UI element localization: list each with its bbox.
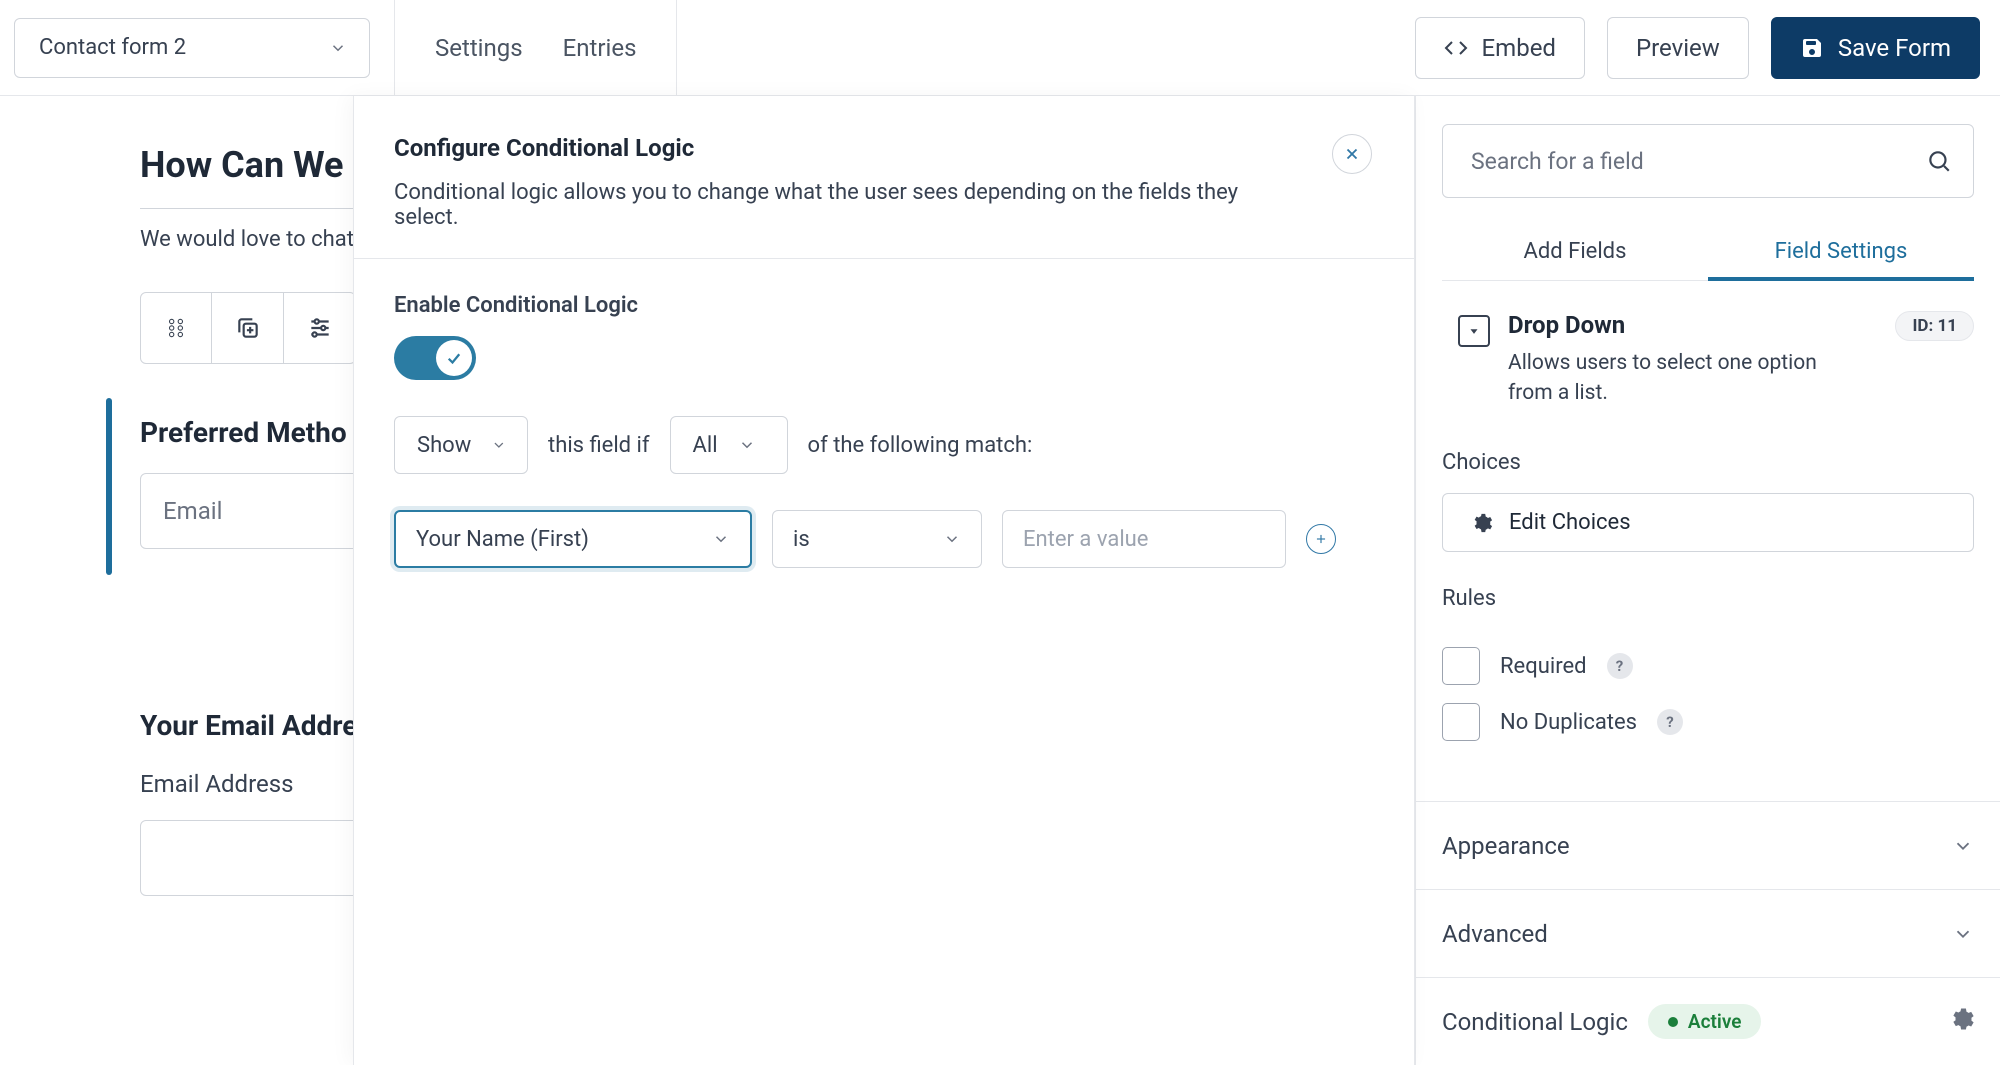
gear-icon [1471,512,1493,534]
logic-text: of the following match: [808,433,1033,458]
rule-operator-select[interactable]: is [772,510,982,568]
accordion-advanced[interactable]: Advanced [1416,889,2000,977]
accordion-label: Conditional Logic [1442,1008,1628,1036]
preview-button-label: Preview [1636,34,1720,62]
embed-button[interactable]: Embed [1415,17,1585,79]
plus-icon [1314,532,1328,546]
modal-description: Conditional logic allows you to change w… [394,180,1292,230]
accordion-label: Advanced [1442,920,1548,948]
action-select[interactable]: Show [394,416,528,474]
field-search-input[interactable] [1442,124,1974,198]
rule-operator-value: is [793,527,810,552]
sidebar-tabs: Add Fields Field Settings [1442,222,1974,281]
enable-logic-toggle[interactable] [394,336,476,380]
add-rule-button[interactable] [1306,524,1336,554]
help-required[interactable]: ? [1607,653,1633,679]
sliders-icon [307,315,333,341]
modal-header: Configure Conditional Logic Conditional … [354,96,1414,259]
tab-settings[interactable]: Settings [435,34,523,62]
modal-title: Configure Conditional Logic [394,134,1292,162]
embed-button-label: Embed [1482,34,1556,62]
form-selector-label: Contact form 2 [39,35,186,60]
choices-label: Choices [1442,450,1974,475]
save-button[interactable]: Save Form [1771,17,1980,79]
edit-choices-label: Edit Choices [1509,510,1631,535]
form-selector[interactable]: Contact form 2 [14,18,370,78]
modal-body: Enable Conditional Logic Show this field… [354,259,1414,602]
drag-handle-button[interactable] [140,292,212,364]
chevron-down-icon [491,436,507,454]
tab-field-settings[interactable]: Field Settings [1708,222,1974,280]
dropdown-field-icon [1458,315,1490,347]
top-actions: Embed Preview Save Form [1415,17,1980,79]
action-select-value: Show [417,433,471,458]
gear-icon [1950,1007,1974,1031]
topbar: Contact form 2 Settings Entries Embed Pr… [0,0,2000,96]
chevron-down-icon [712,530,730,548]
tab-entries[interactable]: Entries [563,34,637,62]
no-duplicates-label: No Duplicates [1500,710,1637,735]
chevron-down-icon [1952,923,1974,945]
field-type-name: Drop Down [1508,311,1848,339]
code-icon [1444,36,1468,60]
edit-choices-button[interactable]: Edit Choices [1442,493,1974,552]
scope-select-value: All [693,433,718,458]
close-icon [1343,145,1361,163]
save-icon [1800,36,1824,60]
check-icon [445,349,463,367]
field-type-desc: Allows users to select one option from a… [1508,349,1848,408]
search-icon [1926,148,1952,174]
selection-indicator [106,398,112,575]
right-sidebar: Add Fields Field Settings Drop Down Allo… [1415,96,2000,1065]
rules-label: Rules [1442,586,1974,611]
status-dot-icon [1668,1017,1678,1027]
configure-conditional-logic-button[interactable] [1950,1007,1974,1037]
accordion-appearance[interactable]: Appearance [1416,801,2000,889]
enable-logic-label: Enable Conditional Logic [394,293,1374,318]
help-no-duplicates[interactable]: ? [1657,709,1683,735]
active-status-chip: Active [1648,1004,1762,1039]
checkbox-no-duplicates[interactable] [1442,703,1480,741]
toggle-knob [436,340,472,376]
conditional-logic-modal: Configure Conditional Logic Conditional … [353,96,1415,1065]
chevron-down-icon [943,530,961,548]
rule-value-input[interactable] [1002,510,1286,568]
duplicate-button[interactable] [212,292,284,364]
rule-field-value: Your Name (First) [416,527,589,552]
save-button-label: Save Form [1838,34,1951,62]
top-tabs: Settings Entries [395,34,636,62]
chevron-down-icon [329,39,347,57]
field-settings-button[interactable] [284,292,356,364]
accordion-conditional-logic[interactable]: Conditional Logic Active [1416,977,2000,1065]
checkbox-required[interactable] [1442,647,1480,685]
tab-add-fields[interactable]: Add Fields [1442,222,1708,280]
logic-sentence: Show this field if All of the following … [394,416,1374,474]
separator [676,0,677,95]
chevron-down-icon [1952,835,1974,857]
active-chip-label: Active [1688,1010,1742,1033]
rule-row: Your Name (First) is [394,510,1374,568]
dropdown-preview-value: Email [163,497,222,525]
duplicate-icon [235,315,261,341]
chevron-down-icon [738,436,756,454]
close-modal-button[interactable] [1332,134,1372,174]
rule-field-select[interactable]: Your Name (First) [394,510,752,568]
field-header: Drop Down Allows users to select one opt… [1442,281,1974,416]
preview-button[interactable]: Preview [1607,17,1749,79]
scope-select[interactable]: All [670,416,788,474]
required-label: Required [1500,654,1587,679]
accordion-label: Appearance [1442,832,1570,860]
drag-handle-icon [163,315,189,341]
logic-text: this field if [548,433,650,458]
field-id-chip: ID: 11 [1895,311,1974,341]
